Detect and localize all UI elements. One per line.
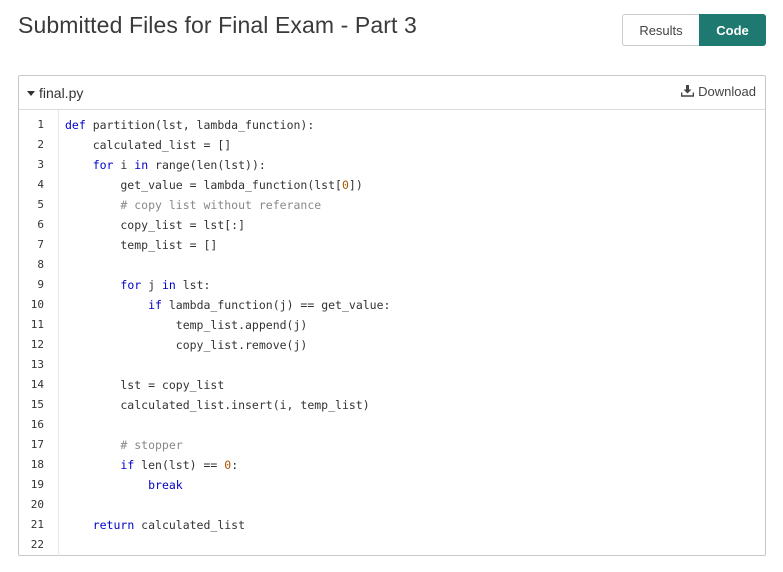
code-line: 6 copy_list = lst[:] xyxy=(19,215,765,235)
code-text: return calculated_list xyxy=(92,518,246,532)
code-line: 18 if len(lst) == 0: xyxy=(19,455,765,475)
code-line: 16 xyxy=(19,415,765,435)
code-line: 12 copy_list.remove(j) xyxy=(19,335,765,355)
code-line: 7 temp_list = [] xyxy=(19,235,765,255)
line-number: 22 xyxy=(30,538,44,551)
results-button[interactable]: Results xyxy=(622,14,699,46)
line-number: 3 xyxy=(37,158,44,171)
line-number: 20 xyxy=(30,498,44,511)
code-line: 13 xyxy=(19,355,765,375)
line-number: 1 xyxy=(37,118,44,131)
code-line: 22 xyxy=(19,535,765,555)
file-name: final.py xyxy=(39,84,84,101)
code-text: # stopper xyxy=(65,438,183,452)
line-number: 2 xyxy=(37,138,44,151)
line-number: 7 xyxy=(37,238,44,251)
line-number: 4 xyxy=(37,178,44,191)
code-text: copy_list = lst[:] xyxy=(65,218,246,232)
code-line: 10 if lambda_function(j) == get_value: xyxy=(19,295,765,315)
download-link[interactable]: Download xyxy=(681,84,756,99)
code-line: 5 # copy list without referance xyxy=(19,195,765,215)
code-text: def partition(lst, lambda_function): xyxy=(65,118,315,132)
code-line: 11 temp_list.append(j) xyxy=(19,315,765,335)
code-text: temp_list.append(j) xyxy=(65,318,308,332)
line-number: 18 xyxy=(30,458,44,471)
line-number: 21 xyxy=(30,518,44,531)
line-number: 19 xyxy=(30,478,44,491)
line-number: 6 xyxy=(37,218,44,231)
line-number: 14 xyxy=(30,378,44,391)
code-text: if lambda_function(j) == get_value: xyxy=(148,298,391,312)
code-line: 2 calculated_list = [] xyxy=(19,135,765,155)
code-text: lst = copy_list xyxy=(65,378,225,392)
code-text: # copy list without referance xyxy=(65,198,322,212)
page-title: Submitted Files for Final Exam - Part 3 xyxy=(18,12,417,38)
line-number: 12 xyxy=(30,338,44,351)
code-line: 15 calculated_list.insert(i, temp_list) xyxy=(19,395,765,415)
code-text: temp_list = [] xyxy=(65,238,218,252)
line-number: 11 xyxy=(30,318,44,331)
code-line: 20 xyxy=(19,495,765,515)
code-text: for i in range(len(lst)): xyxy=(92,158,266,172)
download-label: Download xyxy=(698,83,756,99)
code-text: copy_list.remove(j) xyxy=(65,338,308,352)
code-text: break xyxy=(148,478,183,492)
view-toggle: Results Code xyxy=(622,14,766,46)
line-number: 8 xyxy=(37,258,44,271)
code-line: 19 break xyxy=(19,475,765,495)
download-icon xyxy=(681,85,695,97)
code-text: for j in lst: xyxy=(120,278,211,292)
file-header: final.py Download xyxy=(19,76,765,110)
line-number: 9 xyxy=(37,278,44,291)
code-line: 9 for j in lst: xyxy=(19,275,765,295)
line-number: 13 xyxy=(30,358,44,371)
code-line: 14 lst = copy_list xyxy=(19,375,765,395)
code-line: 4 get_value = lambda_function(lst[0]) xyxy=(19,175,765,195)
file-collapse-toggle[interactable]: final.py xyxy=(27,85,83,101)
code-text: get_value = lambda_function(lst[0]) xyxy=(65,178,363,192)
code-viewer: 1 def partition(lst, lambda_function): 2 c… xyxy=(19,110,765,556)
line-number: 15 xyxy=(30,398,44,411)
code-button[interactable]: Code xyxy=(699,14,766,46)
line-number: 5 xyxy=(37,198,44,211)
line-number: 17 xyxy=(30,438,44,451)
caret-down-icon xyxy=(27,90,35,96)
code-line: 3 for i in range(len(lst)): xyxy=(19,155,765,175)
code-text: if len(lst) == 0: xyxy=(120,458,239,472)
code-line: 21 return calculated_list xyxy=(19,515,765,535)
line-number: 16 xyxy=(30,418,44,431)
line-number: 10 xyxy=(30,298,44,311)
code-line: 1 def partition(lst, lambda_function): xyxy=(19,115,765,135)
code-line: 17 # stopper xyxy=(19,435,765,455)
code-text: calculated_list.insert(i, temp_list) xyxy=(65,398,370,412)
file-panel: final.py Download 1 def partition(lst, la… xyxy=(18,75,766,556)
code-line: 8 xyxy=(19,255,765,275)
code-text: calculated_list = [] xyxy=(65,138,232,152)
